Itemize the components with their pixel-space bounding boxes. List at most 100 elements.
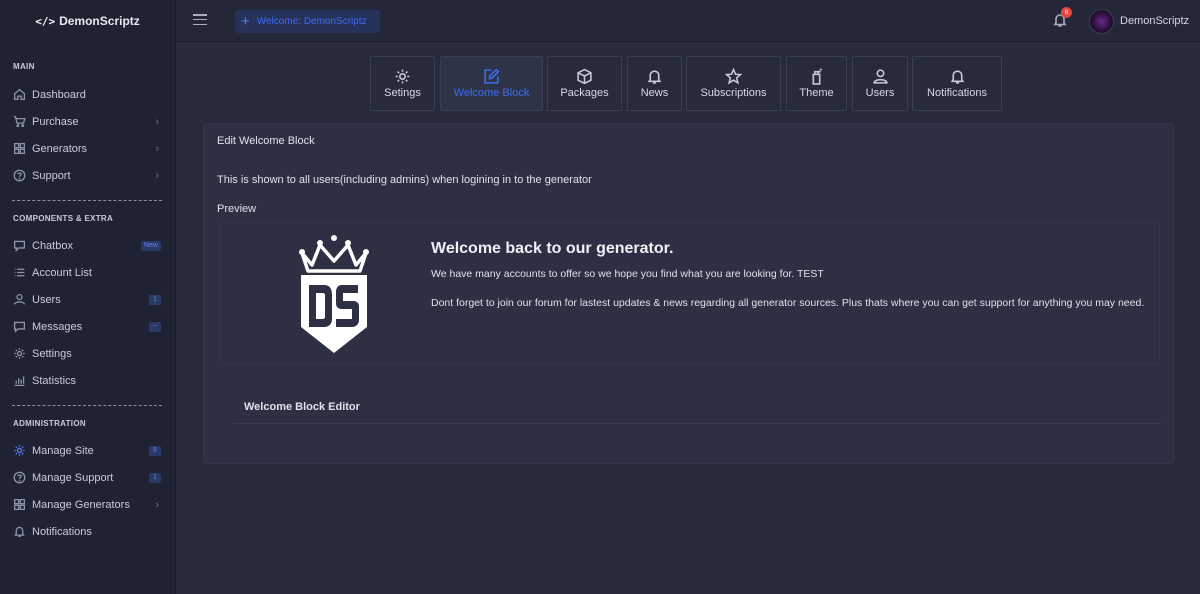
new-badge: New: [140, 240, 161, 251]
gear-icon: [12, 347, 26, 361]
sidebar-item-manage-support[interactable]: Manage Support 1: [0, 464, 175, 491]
sidebar-item-manage-generators[interactable]: Manage Generators ›: [0, 491, 175, 518]
box-icon: [577, 68, 592, 85]
tab-news[interactable]: News: [627, 56, 682, 111]
edit-icon: [484, 68, 500, 84]
sidebar-item-label: Support: [32, 169, 71, 182]
tab-setings[interactable]: Setings: [370, 56, 435, 111]
sidebar-item-users[interactable]: Users 1: [0, 286, 175, 313]
tab-subscriptions[interactable]: Subscriptions: [686, 56, 781, 111]
sidebar-item-notifications[interactable]: Notifications: [0, 518, 175, 545]
help-icon: [12, 471, 26, 485]
list-icon: [12, 266, 26, 280]
section-label-admin: ADMINISTRATION: [13, 419, 86, 428]
tab-notifications[interactable]: Notifications: [912, 56, 1002, 111]
tab-users[interactable]: Users: [852, 56, 908, 111]
sidebar-item-support[interactable]: Support ›: [0, 162, 175, 189]
avatar[interactable]: [1089, 9, 1114, 34]
bell-icon: [950, 70, 964, 84]
tab-label: Setings: [384, 87, 421, 99]
sidebar-item-label: Dashboard: [32, 88, 86, 101]
tab-label: Notifications: [927, 87, 987, 99]
chevron-right-icon: ›: [155, 115, 159, 128]
preview-line-2: Dont forget to join our forum for lastes…: [431, 297, 1145, 309]
preview-heading: Welcome back to our generator.: [431, 240, 674, 257]
notifications-bell-icon[interactable]: 6: [1052, 7, 1072, 30]
sidebar-item-label: Messages: [32, 320, 83, 333]
welcome-pill[interactable]: + Welcome: DemonScriptz: [235, 10, 380, 33]
chat-icon: [12, 239, 26, 253]
sidebar-divider: [12, 200, 162, 201]
tab-label: Theme: [799, 87, 834, 99]
gear-icon: [12, 444, 26, 458]
card-title: Edit Welcome Block: [217, 135, 315, 147]
sidebar-item-account-list[interactable]: Account List: [0, 259, 175, 286]
card-description: This is shown to all users(including adm…: [217, 174, 592, 186]
tab-packages[interactable]: Packages: [547, 56, 622, 111]
bell-icon: [12, 525, 26, 539]
sidebar-item-chatbox[interactable]: Chatbox New: [0, 232, 175, 259]
sidebar-item-label: Manage Site: [32, 444, 94, 457]
welcome-preview: Welcome back to our generator. We have m…: [220, 222, 1160, 364]
plus-icon: +: [241, 13, 250, 30]
sidebar-item-label: Settings: [32, 347, 72, 360]
tab-welcome-block[interactable]: Welcome Block: [440, 56, 543, 111]
notification-count-badge: 6: [1061, 7, 1072, 18]
tab-label: Packages: [560, 87, 609, 99]
sidebar-item-label: Manage Support: [32, 471, 114, 484]
sidebar-item-label: Purchase: [32, 115, 79, 128]
user-icon: [872, 69, 888, 84]
code-icon: </>: [35, 14, 56, 28]
user-icon: [12, 293, 26, 307]
cart-icon: [12, 115, 26, 129]
star-icon: [725, 68, 742, 85]
tab-label: News: [640, 87, 669, 99]
sidebar-item-label: Account List: [32, 266, 92, 279]
tab-label: Subscriptions: [700, 87, 767, 99]
sidebar-item-label: Generators: [32, 142, 88, 155]
help-icon: [12, 169, 26, 183]
sidebar-item-label: Chatbox: [32, 239, 73, 252]
home-icon: [12, 88, 26, 102]
chevron-right-icon: ›: [155, 169, 159, 182]
sidebar-item-label: Users: [32, 293, 61, 306]
brand-name: DemonScriptz: [59, 14, 140, 28]
messages-badge: --: [149, 321, 161, 332]
grid-icon: [12, 498, 26, 512]
section-label-main: MAIN: [13, 62, 35, 71]
username[interactable]: DemonScriptz: [1120, 15, 1189, 27]
message-icon: [12, 320, 26, 334]
editor-title: Welcome Block Editor: [244, 401, 360, 413]
spray-can-icon: [812, 68, 822, 85]
ds-logo: [299, 235, 369, 353]
users-count-badge: 1: [149, 294, 161, 305]
sidebar-item-manage-site[interactable]: Manage Site 8: [0, 437, 175, 464]
sidebar-item-dashboard[interactable]: Dashboard: [0, 81, 175, 108]
sidebar-item-label: Manage Generators: [32, 498, 130, 511]
brand[interactable]: </> DemonScriptz: [0, 0, 175, 42]
edit-welcome-card: Edit Welcome Block This is shown to all …: [203, 123, 1174, 464]
sidebar-divider: [12, 405, 162, 406]
sidebar-item-generators[interactable]: Generators ›: [0, 135, 175, 162]
welcome-pill-label: Welcome: DemonScriptz: [256, 16, 367, 27]
section-label-components: COMPONENTS & EXTRA: [13, 214, 114, 223]
bar-chart-icon: [12, 374, 26, 388]
preview-label: Preview: [217, 203, 257, 215]
chevron-right-icon: ›: [155, 498, 159, 511]
sidebar-item-settings[interactable]: Settings: [0, 340, 175, 367]
menu-toggle-icon[interactable]: [193, 14, 207, 26]
sidebar-item-messages[interactable]: Messages --: [0, 313, 175, 340]
sidebar: </> DemonScriptz MAIN Dashboard Purchase…: [0, 0, 176, 594]
bell-icon: [647, 70, 662, 84]
topbar: + Welcome: DemonScriptz 6 DemonScriptz: [176, 0, 1200, 42]
grid-icon: [12, 142, 26, 156]
tab-label: Users: [865, 87, 895, 99]
sidebar-item-purchase[interactable]: Purchase ›: [0, 108, 175, 135]
tab-theme[interactable]: Theme: [786, 56, 847, 111]
manage-site-badge: 8: [149, 445, 161, 456]
chevron-right-icon: ›: [155, 142, 159, 155]
sidebar-item-statistics[interactable]: Statistics: [0, 367, 175, 394]
welcome-block-editor[interactable]: Welcome Block Editor: [233, 382, 1161, 424]
sidebar-item-label: Statistics: [32, 374, 77, 387]
manage-support-badge: 1: [149, 472, 161, 483]
